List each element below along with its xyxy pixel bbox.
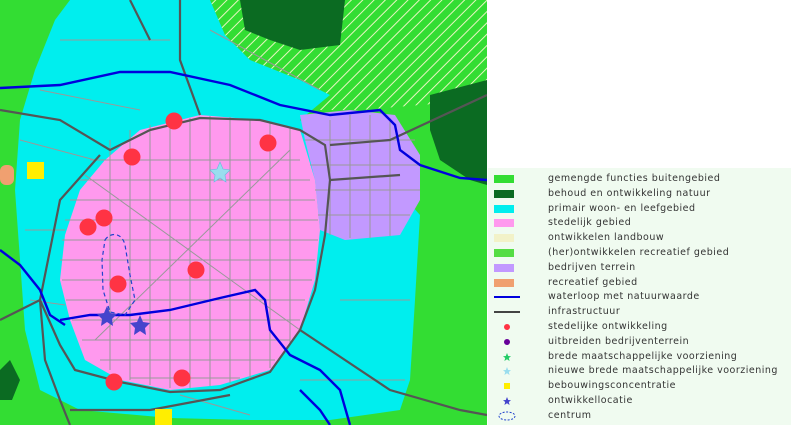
legend-label: waterloop met natuurwaarde xyxy=(548,291,700,303)
legend-label: recreatief gebied xyxy=(548,276,638,288)
orange-fill-swatch xyxy=(494,278,514,287)
legend-label: primair woon- en leefgebied xyxy=(548,202,696,214)
legend-item: bedrijven terrein xyxy=(488,260,791,275)
blue-star-icon xyxy=(503,397,511,405)
legend-label: ontwikkelen landbouw xyxy=(548,232,665,244)
legend-item: brede maatschappelijke voorziening xyxy=(488,349,791,364)
blue-line-swatch xyxy=(494,296,520,299)
legend-item: centrum xyxy=(488,408,791,423)
legend-item: (her)ontwikkelen recreatief gebied xyxy=(488,245,791,260)
recreatief-gebied-area xyxy=(0,165,14,185)
legend-item: nieuwe brede maatschappelijke voorzienin… xyxy=(488,363,791,378)
legend-label: brede maatschappelijke voorziening xyxy=(548,350,738,362)
legend-item: bebouwingsconcentratie xyxy=(488,378,791,393)
legend-item: gemengde functies buitengebied xyxy=(488,171,791,186)
legend-label: nieuwe brede maatschappelijke voorzienin… xyxy=(548,365,778,377)
dashed-outline-icon xyxy=(498,411,516,421)
green-fill-swatch xyxy=(494,175,514,183)
legend-item: ontwikkellocatie xyxy=(488,393,791,408)
legend-item: recreatief gebied xyxy=(488,275,791,290)
green-star-icon xyxy=(503,352,511,361)
legend-item: waterloop met natuurwaarde xyxy=(488,289,791,304)
legend-item: behoud en ontwikkeling natuur xyxy=(488,186,791,201)
legend-label: centrum xyxy=(548,409,592,421)
legend-label: infrastructuur xyxy=(548,306,621,318)
bebouwingsconcentratie-marker xyxy=(27,162,44,179)
legend-item: primair woon- en leefgebied xyxy=(488,201,791,216)
legend-label: uitbreiden bedrijventerrein xyxy=(548,335,690,347)
pink-fill-swatch xyxy=(494,219,514,228)
legend-label: behoud en ontwikkeling natuur xyxy=(548,187,711,199)
legend-label: ontwikkellocatie xyxy=(548,395,633,406)
map xyxy=(0,0,487,425)
legend-item: uitbreiden bedrijventerrein xyxy=(488,334,791,349)
darkgreen-fill-swatch xyxy=(494,189,514,198)
legend-label: (her)ontwikkelen recreatief gebied xyxy=(548,247,730,258)
purple-dot-icon xyxy=(504,338,510,345)
legend-label: bebouwingsconcentratie xyxy=(548,380,676,392)
yellow-square-icon xyxy=(504,383,510,390)
red-dot-icon xyxy=(504,324,510,330)
lightblue-star-icon xyxy=(503,367,511,376)
legend-item: stedelijk gebied xyxy=(488,215,791,230)
cyan-fill-swatch xyxy=(494,204,514,213)
legend-item: ontwikkelen landbouw xyxy=(488,230,791,245)
cream-fill-swatch xyxy=(494,234,514,243)
legend-label: gemengde functies buitengebied xyxy=(548,173,721,184)
legend-label: stedelijke ontwikkeling xyxy=(548,321,668,332)
lightgreen-fill-swatch xyxy=(494,249,514,257)
legend: gemengde functies buitengebied behoud en … xyxy=(488,168,791,425)
legend-label: stedelijk gebied xyxy=(548,217,632,229)
legend-item: stedelijke ontwikkeling xyxy=(488,319,791,334)
bebouwingsconcentratie-marker xyxy=(155,409,172,425)
legend-label: bedrijven terrein xyxy=(548,261,636,273)
legend-item: infrastructuur xyxy=(488,304,791,319)
lilac-fill-swatch xyxy=(494,263,514,272)
black-line-swatch xyxy=(494,311,520,314)
